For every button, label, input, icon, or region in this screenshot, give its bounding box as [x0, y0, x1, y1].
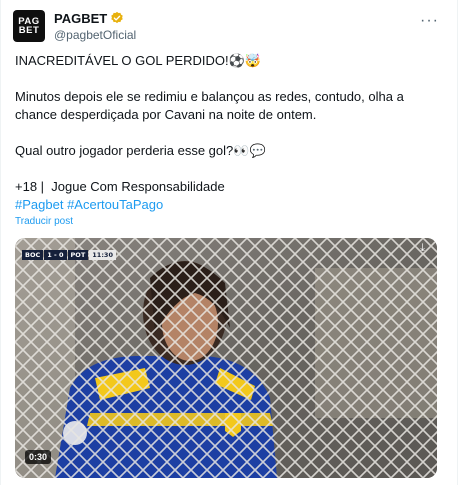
avatar-text-bottom: BET — [18, 25, 40, 36]
tweet-line-description: Minutos depois ele se redimiu e balançou… — [15, 89, 408, 122]
video-player[interactable]: BOC 1 - 0 POT 11:30 ⤓ 0:30 — [15, 238, 437, 478]
translate-post-link[interactable]: Traducir post — [15, 216, 73, 227]
tweet-line-headline: INACREDITÁVEL O GOL PERDIDO!⚽🤯 — [15, 53, 261, 68]
tweet-header: PAG BET PAGBET @pagbetOficial ··· — [13, 10, 445, 46]
video-duration: 0:30 — [25, 450, 52, 464]
hashtags: #Pagbet #AcertouTaPago — [15, 196, 443, 214]
match-clock: 11:30 — [89, 250, 116, 260]
tweet-text: INACREDITÁVEL O GOL PERDIDO!⚽🤯 Minutos d… — [15, 52, 443, 214]
scoreboard: BOC 1 - 0 POT 11:30 — [22, 250, 117, 260]
video-frame — [15, 238, 437, 478]
download-icon[interactable]: ⤓ — [420, 242, 425, 255]
tweet-card: PAG BET PAGBET @pagbetOficial ··· INACRE… — [0, 0, 458, 485]
avatar[interactable]: PAG BET — [13, 10, 45, 42]
more-options-icon[interactable]: ··· — [420, 12, 439, 30]
home-team: BOC — [22, 250, 44, 260]
tweet-line-question: Qual outro jogador perderia esse gol?👀💬 — [15, 143, 266, 158]
hashtag-link[interactable]: #AcertouTaPago — [67, 197, 163, 212]
tweet-line-disclaimer: +18 | Jogue Com Responsabilidade — [15, 179, 225, 194]
handle[interactable]: @pagbetOficial — [54, 28, 136, 42]
score: 1 - 0 — [44, 250, 67, 260]
author-block: PAGBET @pagbetOficial — [54, 10, 136, 43]
away-team: POT — [67, 250, 89, 260]
display-name[interactable]: PAGBET — [54, 11, 107, 26]
hashtag-link[interactable]: #Pagbet — [15, 197, 63, 212]
verified-badge-icon — [111, 11, 123, 24]
